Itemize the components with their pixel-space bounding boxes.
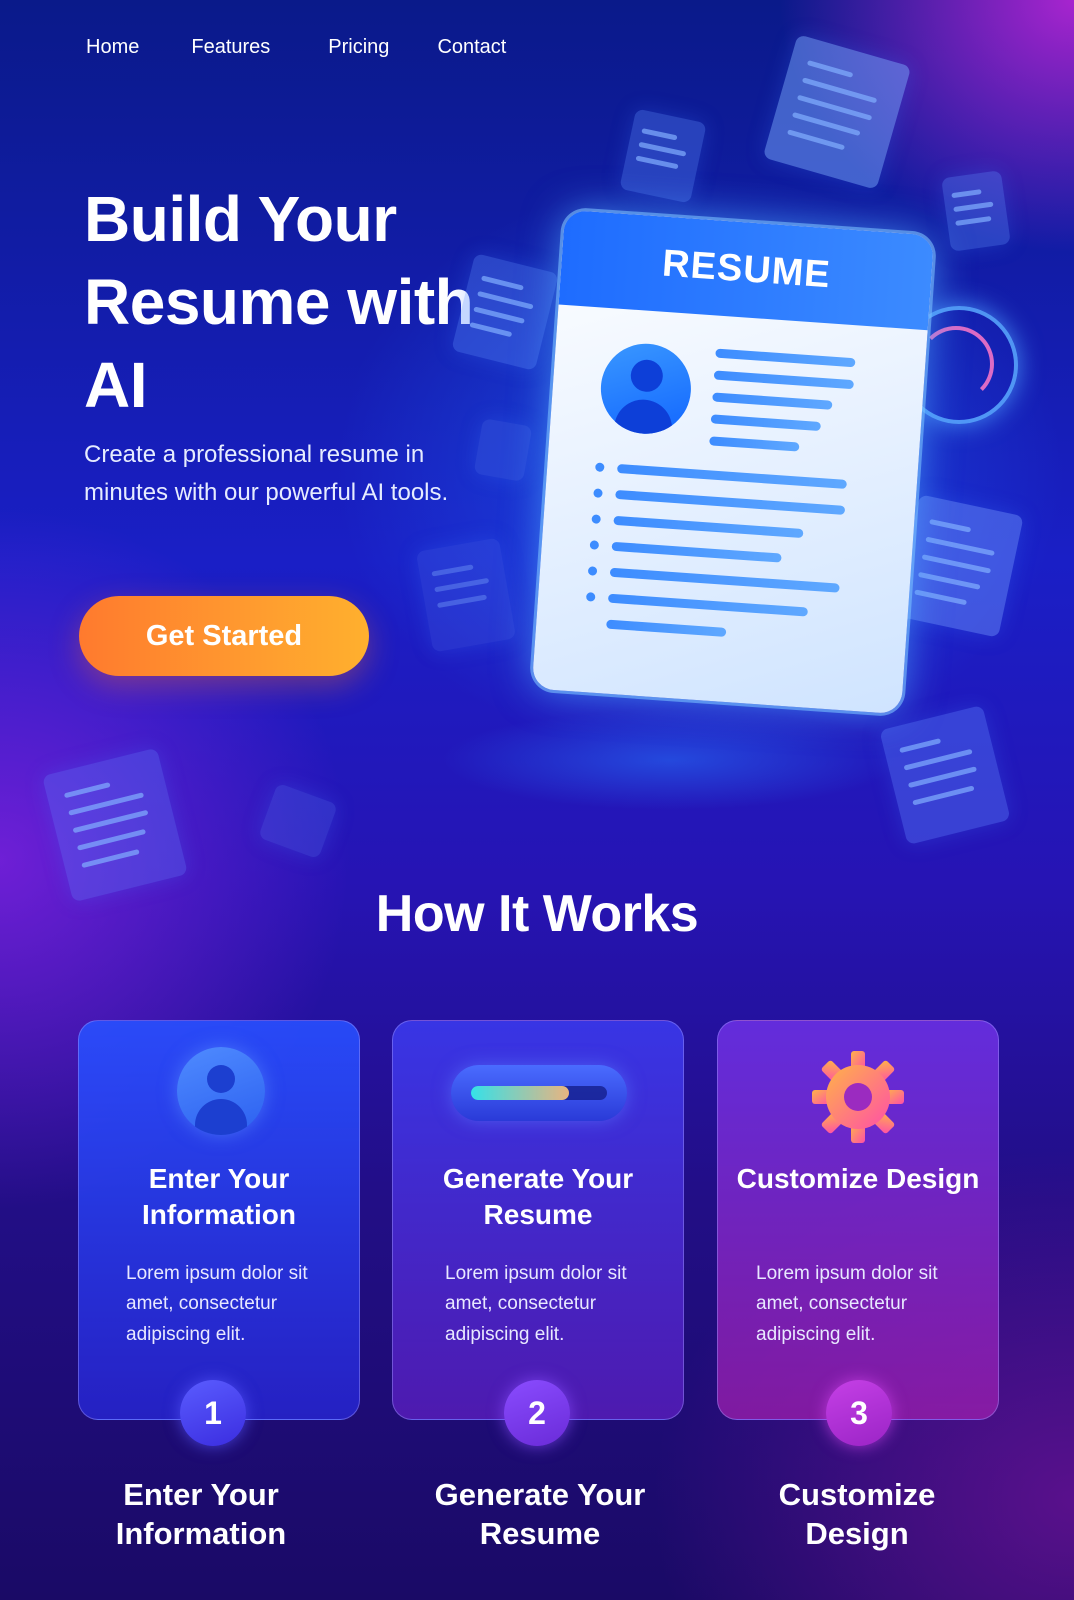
step-label: Generate Your Resume <box>434 1477 646 1551</box>
step-card-title: Enter Your Information <box>142 1163 296 1231</box>
nav-contact-link[interactable]: Contact <box>437 36 506 59</box>
step-card-customize-design: Customize Design Lorem ipsum dolor sit a… <box>717 1020 999 1420</box>
floating-document-icon <box>619 108 707 204</box>
step-card-description: Lorem ipsum dolor sit amet, consectetur … <box>126 1263 308 1345</box>
step-number-badge: 3 <box>826 1380 892 1446</box>
resume-document-illustration: RESUME <box>531 209 935 715</box>
gear-icon <box>812 1051 904 1143</box>
avatar-icon <box>597 340 694 437</box>
step-card-generate-resume: Generate Your Resume Lorem ipsum dolor s… <box>392 1020 684 1420</box>
floating-document-icon <box>473 418 533 482</box>
floating-document-icon <box>42 747 188 903</box>
nav-features-link[interactable]: Features <box>191 36 270 59</box>
step-number-badge: 2 <box>504 1380 570 1446</box>
floating-document-icon <box>879 704 1011 846</box>
hero-subtitle: Create a professional resume in minutes … <box>84 441 449 506</box>
floating-document-icon <box>762 34 912 190</box>
step-card-title: Generate Your Resume <box>442 1163 634 1231</box>
nav-home-link[interactable]: Home <box>86 36 139 59</box>
floating-document-icon <box>415 537 517 653</box>
step-number-badge: 1 <box>180 1380 246 1446</box>
step-label: Enter Your Information <box>115 1477 287 1551</box>
floating-document-icon <box>941 170 1011 252</box>
step-label: Customize Design <box>778 1477 936 1551</box>
floating-document-icon <box>258 782 338 860</box>
progress-fill <box>471 1086 569 1100</box>
step-card-enter-information: Enter Your Information Lorem ipsum dolor… <box>78 1020 360 1420</box>
user-icon <box>177 1047 265 1135</box>
step-card-description: Lorem ipsum dolor sit amet, consectetur … <box>756 1263 938 1345</box>
get-started-button[interactable]: Get Started <box>79 596 369 676</box>
illustration-platform <box>440 710 900 810</box>
progress-bar-icon <box>451 1065 627 1121</box>
resume-heading: RESUME <box>558 209 935 331</box>
hero-title: Build Your Resume with AI <box>84 183 474 422</box>
step-card-description: Lorem ipsum dolor sit amet, consectetur … <box>445 1263 627 1345</box>
glow-ring-inner-decoration <box>918 326 994 402</box>
nav-pricing-link[interactable]: Pricing <box>328 36 389 59</box>
step-card-title: Customize Design <box>736 1163 980 1194</box>
how-it-works-title: How It Works <box>375 885 699 943</box>
top-nav: Home Features Pricing Contact <box>86 36 506 59</box>
